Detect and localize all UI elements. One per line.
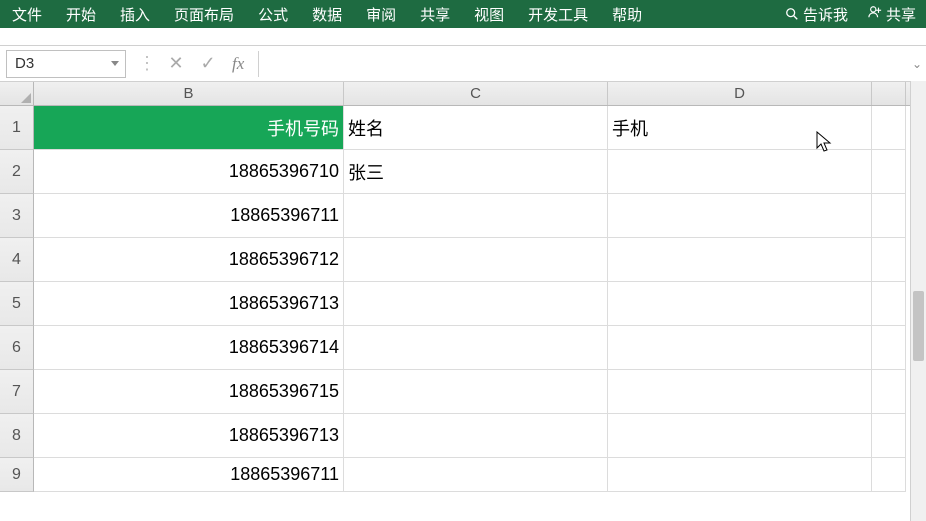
share-button[interactable]: 共享 — [858, 0, 926, 28]
separator: ⋮ — [134, 53, 160, 74]
row-header-9[interactable]: 9 — [0, 458, 34, 492]
row-header-4[interactable]: 4 — [0, 238, 34, 282]
cell-B1[interactable]: 手机号码 — [34, 106, 344, 150]
select-all-corner[interactable] — [0, 82, 34, 105]
cell-C6[interactable] — [344, 326, 608, 370]
row-header-2[interactable]: 2 — [0, 150, 34, 194]
fx-icon[interactable]: fx — [224, 54, 252, 74]
cell-E3[interactable] — [872, 194, 906, 238]
column-header-D[interactable]: D — [608, 82, 872, 105]
formula-bar: D3 ⋮ ✕ ✓ fx ⌄ — [0, 46, 926, 82]
tab-share-tab[interactable]: 共享 — [408, 0, 462, 28]
row-header-6[interactable]: 6 — [0, 326, 34, 370]
table-row: 9 18865396711 — [0, 458, 926, 492]
cell-E7[interactable] — [872, 370, 906, 414]
tab-developer[interactable]: 开发工具 — [516, 0, 600, 28]
table-row: 6 18865396714 — [0, 326, 926, 370]
cell-D3[interactable] — [608, 194, 872, 238]
formula-input[interactable] — [258, 51, 908, 77]
column-headers: B C D — [0, 82, 926, 106]
cell-E1[interactable] — [872, 106, 906, 150]
row-header-8[interactable]: 8 — [0, 414, 34, 458]
cell-B7[interactable]: 18865396715 — [34, 370, 344, 414]
cell-D7[interactable] — [608, 370, 872, 414]
cell-D2[interactable] — [608, 150, 872, 194]
table-row: 1 手机号码 姓名 手机 — [0, 106, 926, 150]
tab-pagelayout[interactable]: 页面布局 — [162, 0, 246, 28]
table-row: 2 18865396710 张三 — [0, 150, 926, 194]
table-row: 7 18865396715 — [0, 370, 926, 414]
cell-B2[interactable]: 18865396710 — [34, 150, 344, 194]
cell-C4[interactable] — [344, 238, 608, 282]
cell-D9[interactable] — [608, 458, 872, 492]
cell-C9[interactable] — [344, 458, 608, 492]
name-box-value: D3 — [15, 55, 34, 72]
tab-formulas[interactable]: 公式 — [246, 0, 300, 28]
cell-E9[interactable] — [872, 458, 906, 492]
tell-me-label: 告诉我 — [803, 4, 848, 25]
table-row: 8 18865396713 — [0, 414, 926, 458]
cell-E5[interactable] — [872, 282, 906, 326]
cell-B5[interactable]: 18865396713 — [34, 282, 344, 326]
ribbon-panel — [0, 28, 926, 46]
column-header-B[interactable]: B — [34, 82, 344, 105]
cell-E6[interactable] — [872, 326, 906, 370]
cell-B9[interactable]: 18865396711 — [34, 458, 344, 492]
cell-E2[interactable] — [872, 150, 906, 194]
share-label: 共享 — [886, 4, 916, 25]
chevron-down-icon: ⌄ — [912, 57, 922, 71]
tab-review[interactable]: 审阅 — [354, 0, 408, 28]
spreadsheet-grid: B C D 1 手机号码 姓名 手机 2 18865396710 张三 3 18… — [0, 82, 926, 492]
cell-E8[interactable] — [872, 414, 906, 458]
row-header-3[interactable]: 3 — [0, 194, 34, 238]
cell-C3[interactable] — [344, 194, 608, 238]
tell-me[interactable]: 告诉我 — [775, 0, 858, 28]
cell-B3[interactable]: 18865396711 — [34, 194, 344, 238]
column-header-C[interactable]: C — [344, 82, 608, 105]
row-header-7[interactable]: 7 — [0, 370, 34, 414]
cell-D6[interactable] — [608, 326, 872, 370]
table-row: 4 18865396712 — [0, 238, 926, 282]
column-header-next[interactable] — [872, 82, 906, 105]
check-icon: ✓ — [200, 53, 215, 74]
vertical-scrollbar[interactable] — [910, 81, 926, 521]
cell-C2[interactable]: 张三 — [344, 150, 608, 194]
expand-formula-bar[interactable]: ⌄ — [908, 57, 926, 71]
tab-view[interactable]: 视图 — [462, 0, 516, 28]
tab-file[interactable]: 文件 — [0, 0, 54, 28]
share-icon — [868, 5, 882, 23]
cell-B6[interactable]: 18865396714 — [34, 326, 344, 370]
tab-insert[interactable]: 插入 — [108, 0, 162, 28]
cell-E4[interactable] — [872, 238, 906, 282]
table-row: 5 18865396713 — [0, 282, 926, 326]
cell-C1[interactable]: 姓名 — [344, 106, 608, 150]
tab-home[interactable]: 开始 — [54, 0, 108, 28]
cell-B8[interactable]: 18865396713 — [34, 414, 344, 458]
cell-D8[interactable] — [608, 414, 872, 458]
search-icon — [785, 7, 799, 21]
enter-formula-button[interactable]: ✓ — [192, 53, 224, 74]
scrollbar-thumb[interactable] — [913, 291, 924, 361]
cell-C5[interactable] — [344, 282, 608, 326]
cell-C7[interactable] — [344, 370, 608, 414]
ribbon: 文件 开始 插入 页面布局 公式 数据 审阅 共享 视图 开发工具 帮助 告诉我… — [0, 0, 926, 28]
chevron-down-icon — [111, 61, 119, 66]
x-icon: ✕ — [168, 53, 183, 74]
cell-D5[interactable] — [608, 282, 872, 326]
row-header-5[interactable]: 5 — [0, 282, 34, 326]
cancel-formula-button[interactable]: ✕ — [160, 53, 192, 74]
cell-B4[interactable]: 18865396712 — [34, 238, 344, 282]
row-header-1[interactable]: 1 — [0, 106, 34, 150]
cell-C8[interactable] — [344, 414, 608, 458]
table-row: 3 18865396711 — [0, 194, 926, 238]
tab-data[interactable]: 数据 — [300, 0, 354, 28]
cell-D1[interactable]: 手机 — [608, 106, 872, 150]
tab-help[interactable]: 帮助 — [600, 0, 654, 28]
cell-D4[interactable] — [608, 238, 872, 282]
name-box[interactable]: D3 — [6, 50, 126, 78]
